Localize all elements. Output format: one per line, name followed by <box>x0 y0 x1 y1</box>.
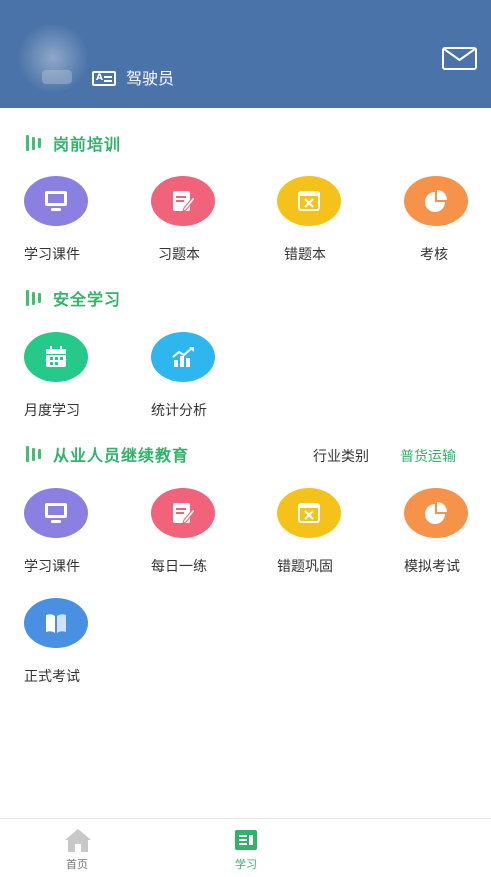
tab-study[interactable]: 学习 <box>196 819 296 877</box>
onboarding-exercise-book-item[interactable]: 习题本 <box>151 176 251 276</box>
username-blurred <box>42 70 72 84</box>
continuing-wrong-review-item[interactable]: 错题巩固 <box>277 488 377 588</box>
section-bars-icon <box>26 446 41 462</box>
wrong-book-icon <box>298 503 320 523</box>
section-title-continuing: 从业人员继续教育 <box>26 442 189 466</box>
continuing-courseware-item[interactable]: 学习课件 <box>24 488 124 588</box>
industry-category-value[interactable]: 普货运输 <box>400 446 456 466</box>
tab-home[interactable]: 首页 <box>27 819 127 877</box>
circle-badge <box>151 488 215 538</box>
onboarding-wrong-book-item[interactable]: 错题本 <box>277 176 377 276</box>
bottom-tab-bar: 首页 学习 <box>0 818 491 877</box>
industry-category-label: 行业类别 <box>313 449 369 465</box>
monitor-icon <box>45 503 67 523</box>
section-bars-icon <box>26 135 41 151</box>
calendar-icon <box>46 346 66 367</box>
circle-badge <box>24 488 88 538</box>
continuing-mock-exam-item[interactable]: 模拟考试 <box>404 488 491 588</box>
wrong-book-icon <box>298 191 320 211</box>
edit-note-icon <box>173 503 196 524</box>
section-title-safety: 安全学习 <box>26 286 121 310</box>
book-icon <box>46 614 66 633</box>
edit-note-icon <box>173 191 196 212</box>
pie-chart-icon <box>425 190 447 212</box>
circle-badge <box>151 176 215 226</box>
role-label: 驾驶员 <box>126 69 175 88</box>
continuing-daily-practice-item[interactable]: 每日一练 <box>151 488 251 588</box>
onboarding-assessment-item[interactable]: 考核 <box>404 176 491 276</box>
circle-badge <box>277 488 341 538</box>
section-title-onboarding: 岗前培训 <box>26 131 121 155</box>
section-bars-icon <box>26 290 41 306</box>
circle-badge <box>24 598 88 648</box>
header-bar: A 驾驶员 <box>0 0 491 108</box>
circle-badge <box>24 332 88 382</box>
circle-badge <box>151 332 215 382</box>
onboarding-courseware-item[interactable]: 学习课件 <box>24 176 124 276</box>
home-icon <box>65 829 91 852</box>
bar-chart-icon <box>172 347 194 367</box>
circle-badge <box>404 176 468 226</box>
mail-icon[interactable] <box>442 47 477 70</box>
id-card-icon: A <box>92 71 116 86</box>
study-icon <box>235 830 257 850</box>
monitor-icon <box>45 191 67 211</box>
circle-badge <box>277 176 341 226</box>
circle-badge <box>404 488 468 538</box>
circle-badge <box>24 176 88 226</box>
safety-statistics-item[interactable]: 统计分析 <box>151 332 251 432</box>
continuing-formal-exam-item[interactable]: 正式考试 <box>24 598 124 698</box>
safety-monthly-study-item[interactable]: 月度学习 <box>24 332 124 432</box>
pie-chart-icon <box>425 502 447 524</box>
